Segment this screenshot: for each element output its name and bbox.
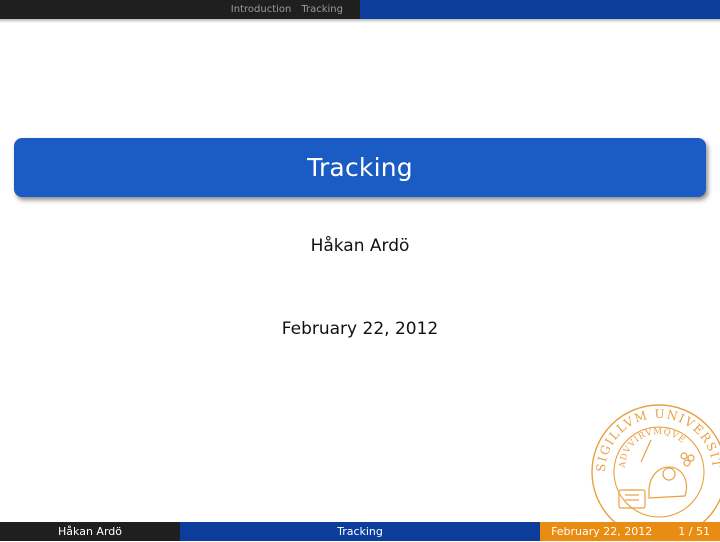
footer-author: Håkan Ardö [0,522,180,541]
presentation-date: February 22, 2012 [281,319,439,339]
author-name: Håkan Ardö [310,236,410,256]
navigation-bar-right [360,0,720,19]
footer-date: February 22, 2012 [551,525,653,538]
slide-title: Tracking [307,153,413,182]
seal-outer-text: SIGILLVM UNIVERSITATIS CAROLINAE [589,402,720,472]
nav-link-tracking[interactable]: Tracking [301,4,343,15]
footer-right-section: February 22, 2012 1 / 51 [540,522,720,541]
title-box: Tracking [14,138,706,197]
university-seal-logo: SIGILLVM UNIVERSITATIS CAROLINAE ADVVIRV… [589,402,720,540]
footer-title: Tracking [180,522,540,541]
svg-text:SIGILLVM UNIVERSITATIS CAROLIN: SIGILLVM UNIVERSITATIS CAROLINAE [589,402,720,472]
section-navigation: Introduction Tracking [0,0,360,19]
seal-inner-text: ADVVIRVMQVE [618,427,687,469]
nav-link-introduction[interactable]: Introduction [231,4,292,15]
navigation-bar: Introduction Tracking [0,0,720,19]
navigation-bar-shadow [0,19,720,23]
page-number: 1 / 51 [678,525,710,538]
svg-text:ADVVIRVMQVE: ADVVIRVMQVE [618,427,688,469]
footer-bar: Håkan Ardö Tracking February 22, 2012 1 … [0,522,720,541]
